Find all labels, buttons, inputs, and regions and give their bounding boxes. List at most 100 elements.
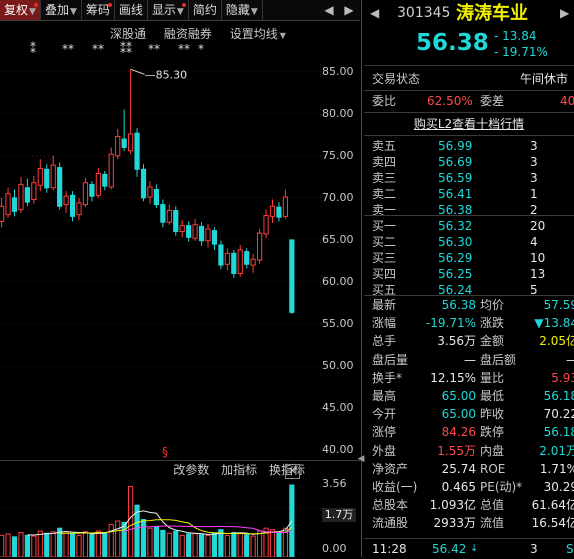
volume-bar bbox=[276, 532, 282, 557]
candle[interactable] bbox=[179, 219, 185, 238]
info-mark[interactable]: ** bbox=[92, 42, 104, 56]
candle[interactable] bbox=[282, 189, 288, 219]
candle[interactable] bbox=[89, 181, 95, 202]
candle[interactable] bbox=[5, 187, 11, 219]
candle[interactable] bbox=[76, 197, 82, 220]
candle[interactable] bbox=[57, 162, 63, 210]
candlestick-chart[interactable]: —85.30 bbox=[0, 55, 322, 450]
candle[interactable] bbox=[44, 164, 50, 193]
volume-chart[interactable] bbox=[0, 481, 322, 557]
toolbar-item-5[interactable]: 简约 bbox=[189, 0, 222, 20]
weibi-row: 委比 62.50% 委差 40 bbox=[364, 91, 574, 111]
candle[interactable] bbox=[31, 176, 37, 204]
ask-row[interactable]: 卖四 56.69 3 bbox=[364, 154, 574, 170]
candle[interactable] bbox=[250, 254, 256, 273]
candle-body bbox=[153, 188, 160, 206]
candle[interactable] bbox=[218, 240, 224, 270]
candle[interactable] bbox=[160, 199, 166, 228]
candle[interactable] bbox=[24, 178, 30, 207]
l2-link[interactable]: 购买L2查看十档行情 bbox=[364, 114, 574, 134]
ask-row[interactable]: 卖三 56.59 3 bbox=[364, 170, 574, 186]
toolbar-item-2[interactable]: 筹码 bbox=[82, 0, 115, 20]
candle[interactable] bbox=[211, 227, 218, 250]
set-ma-button[interactable]: 设置均线 ▼ bbox=[230, 27, 286, 41]
bid-row[interactable]: 买四 56.25 13 bbox=[364, 266, 574, 282]
toolbar-item-1[interactable]: 叠加▼ bbox=[41, 0, 82, 20]
candle[interactable] bbox=[263, 209, 269, 239]
special-marker[interactable]: § bbox=[162, 445, 168, 459]
candle-body bbox=[282, 196, 288, 217]
candle[interactable] bbox=[276, 202, 282, 222]
candle[interactable] bbox=[186, 221, 192, 242]
price-tick: 55.00 bbox=[322, 316, 354, 330]
candle[interactable] bbox=[269, 199, 276, 224]
bid-row[interactable]: 买二 56.30 4 bbox=[364, 234, 574, 250]
candle[interactable] bbox=[108, 147, 114, 190]
candle-body bbox=[5, 193, 11, 216]
volume-bar bbox=[102, 532, 108, 557]
candle[interactable] bbox=[11, 189, 18, 217]
candle[interactable] bbox=[289, 239, 295, 315]
candle-body bbox=[173, 209, 179, 232]
candle[interactable] bbox=[37, 159, 43, 192]
info-mark[interactable]: ⁑⁑ bbox=[120, 42, 132, 56]
bid-row[interactable]: 买三 56.29 10 bbox=[364, 250, 574, 266]
candle[interactable] bbox=[50, 155, 56, 191]
candle[interactable] bbox=[205, 223, 211, 248]
candle[interactable] bbox=[237, 244, 243, 277]
toolbar-item-0[interactable]: 复权▼ bbox=[0, 0, 41, 20]
candle[interactable] bbox=[244, 248, 250, 269]
volume-bar bbox=[211, 532, 218, 557]
candle-body bbox=[224, 252, 230, 265]
trade-status-value: 午间休市 bbox=[520, 72, 569, 86]
edit-params-button[interactable]: 改参数 bbox=[173, 463, 209, 477]
add-indicator-button[interactable]: 加指标 bbox=[221, 463, 257, 477]
candle[interactable] bbox=[128, 69, 134, 155]
price-tick: 75.00 bbox=[322, 148, 354, 162]
info-mark[interactable]: ** bbox=[148, 42, 160, 56]
candle[interactable] bbox=[192, 218, 198, 241]
candle[interactable] bbox=[63, 191, 69, 213]
link-margin[interactable]: 融资融券 bbox=[164, 27, 212, 41]
ask-row[interactable]: 卖五 56.99 3 bbox=[364, 138, 574, 154]
chevron-left-icon[interactable]: ◀ bbox=[370, 3, 379, 23]
toolbar-item-3[interactable]: 画线 bbox=[115, 0, 148, 20]
candle[interactable] bbox=[198, 222, 205, 246]
candle[interactable] bbox=[166, 204, 172, 225]
candle[interactable] bbox=[115, 128, 121, 160]
close-icon[interactable]: ✕ bbox=[285, 464, 300, 479]
info-mark[interactable]: * bbox=[198, 42, 204, 56]
bid-row[interactable]: 买一 56.32 20 bbox=[364, 218, 574, 234]
candle[interactable] bbox=[147, 181, 153, 204]
candle[interactable] bbox=[231, 249, 237, 278]
candle[interactable] bbox=[102, 170, 108, 191]
toolbar-item-6[interactable]: 隐藏▼ bbox=[222, 0, 263, 20]
price-tick: 40.00 bbox=[322, 443, 354, 456]
candle[interactable] bbox=[82, 177, 89, 208]
volume-bar bbox=[198, 534, 205, 557]
chevron-left-icon[interactable]: ◀ bbox=[322, 0, 336, 20]
stock-code: 301345 bbox=[397, 5, 451, 21]
candle[interactable] bbox=[257, 228, 263, 265]
info-mark[interactable]: ** bbox=[178, 42, 190, 56]
chevron-right-icon[interactable]: ▶ bbox=[560, 3, 569, 23]
candle[interactable] bbox=[69, 191, 76, 222]
toolbar-item-4[interactable]: 显示▼ bbox=[148, 0, 189, 20]
candle[interactable] bbox=[95, 167, 101, 198]
ask-row[interactable]: 卖二 56.41 1 bbox=[364, 186, 574, 202]
candle[interactable] bbox=[134, 128, 140, 177]
chevron-right-icon[interactable]: ▶ bbox=[342, 0, 356, 20]
candle-body bbox=[237, 249, 243, 275]
candle[interactable] bbox=[173, 206, 179, 236]
candle[interactable] bbox=[121, 109, 127, 151]
candle[interactable] bbox=[18, 176, 24, 213]
candle-body bbox=[276, 206, 282, 218]
candle[interactable] bbox=[153, 184, 160, 208]
candle[interactable] bbox=[224, 248, 230, 271]
candle[interactable] bbox=[140, 164, 147, 202]
info-mark[interactable]: ⁑ bbox=[30, 42, 36, 56]
candle[interactable] bbox=[0, 197, 5, 228]
link-shengutong[interactable]: 深股通 bbox=[110, 27, 146, 41]
volume-bar bbox=[5, 533, 11, 557]
info-mark[interactable]: ** bbox=[62, 42, 74, 56]
